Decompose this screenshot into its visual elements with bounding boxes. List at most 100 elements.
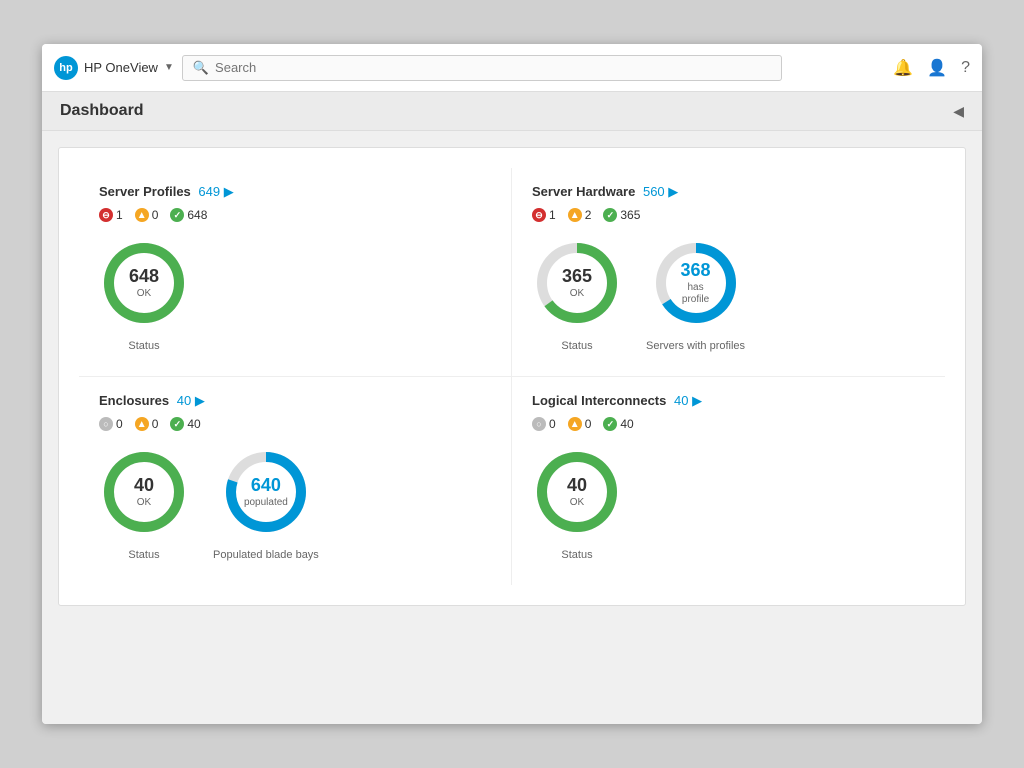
sh-error-icon: ⊖	[532, 208, 546, 222]
donut-sh-sub: OK	[562, 288, 592, 300]
donut-sh-profiles-value: 368	[673, 260, 718, 282]
enc-unknown-icon: ○	[99, 417, 113, 431]
enclosures-count-link[interactable]: 40 ▶	[177, 393, 205, 408]
enclosures-charts: 40 OK Status	[99, 447, 491, 561]
dashboard-panel: Server Profiles 649 ▶ ⊖ 1	[58, 147, 966, 606]
error-icon: ⊖	[99, 208, 113, 222]
donut-li-center: 40 OK	[567, 475, 587, 509]
brand-area[interactable]: hp HP OneView ▼	[54, 56, 174, 80]
li-unknown-icon: ○	[532, 417, 546, 431]
chart-li-status[interactable]: 40 OK Status	[532, 447, 622, 561]
badge-ok: ✓ 648	[170, 208, 207, 222]
enc-warning-icon: ▲	[135, 417, 149, 431]
enc-badge-warning: ▲ 0	[135, 417, 159, 431]
server-hardware-count-link[interactable]: 560 ▶	[643, 184, 678, 199]
hp-logo: hp	[54, 56, 78, 80]
help-icon[interactable]: ?	[961, 59, 970, 77]
donut-li-sub: OK	[567, 497, 587, 509]
donut-sp-sub: OK	[129, 288, 159, 300]
li-badge-ok: ✓ 40	[603, 417, 633, 431]
enc-badge-unknown: ○ 0	[99, 417, 123, 431]
sh-badge-ok: ✓ 365	[603, 208, 640, 222]
server-profiles-title: Server Profiles 649 ▶	[99, 184, 491, 200]
dashboard-content: Server Profiles 649 ▶ ⊖ 1	[42, 131, 982, 724]
server-profiles-charts: 648 OK Status	[99, 238, 491, 352]
server-hardware-charts: 365 OK Status	[532, 238, 925, 352]
enclosures-section: Enclosures 40 ▶ ○ 0	[79, 377, 512, 585]
donut-li-status: 40 OK	[532, 447, 622, 537]
collapse-button[interactable]: ◀	[953, 103, 964, 120]
donut-enc-sub: OK	[134, 497, 154, 509]
server-hardware-badges: ⊖ 1 ▲ 2 ✓ 365	[532, 208, 925, 222]
logical-interconnects-title: Logical Interconnects 40 ▶	[532, 393, 925, 409]
donut-sh-profiles: 368 has profile	[651, 238, 741, 328]
topbar-icons: 🔔 👤 ?	[893, 58, 970, 78]
logical-interconnects-charts: 40 OK Status	[532, 447, 925, 561]
chart-enc-blades-label: Populated blade bays	[213, 549, 319, 561]
donut-enc-center: 40 OK	[134, 475, 154, 509]
notifications-icon[interactable]: 🔔	[893, 58, 913, 78]
ok-icon: ✓	[170, 208, 184, 222]
chart-enc-blades[interactable]: 640 populated Populated blade bays	[213, 447, 319, 561]
main-area: Dashboard ◀ Server Profiles 649 ▶	[42, 92, 982, 724]
donut-sh-profiles-sub: has profile	[673, 282, 718, 306]
li-badge-warning: ▲ 0	[568, 417, 592, 431]
chart-sh-status[interactable]: 365 OK Status	[532, 238, 622, 352]
server-hardware-title: Server Hardware 560 ▶	[532, 184, 925, 200]
chart-sh-profiles[interactable]: 368 has profile Servers with profiles	[646, 238, 745, 352]
donut-enc-status: 40 OK	[99, 447, 189, 537]
topbar: hp HP OneView ▼ 🔍 🔔 👤 ?	[42, 44, 982, 92]
sh-warning-icon: ▲	[568, 208, 582, 222]
donut-sh-center: 365 OK	[562, 266, 592, 300]
user-icon[interactable]: 👤	[927, 58, 947, 78]
sh-ok-icon: ✓	[603, 208, 617, 222]
chart-li-label: Status	[561, 549, 592, 561]
sh-badge-warning: ▲ 2	[568, 208, 592, 222]
warning-icon: ▲	[135, 208, 149, 222]
donut-sh-profiles-center: 368 has profile	[673, 260, 718, 306]
badge-warning: ▲ 0	[135, 208, 159, 222]
enclosures-badges: ○ 0 ▲ 0 ✓ 40	[99, 417, 491, 431]
enclosures-title: Enclosures 40 ▶	[99, 393, 491, 409]
badge-error: ⊖ 1	[99, 208, 123, 222]
logical-interconnects-badges: ○ 0 ▲ 0 ✓ 40	[532, 417, 925, 431]
chart-sh-status-label: Status	[561, 340, 592, 352]
sh-badge-error: ⊖ 1	[532, 208, 556, 222]
page-title: Dashboard	[60, 102, 144, 120]
chart-sp-label: Status	[128, 340, 159, 352]
brand-dropdown-icon[interactable]: ▼	[164, 62, 174, 73]
chart-sp-status[interactable]: 648 OK Status	[99, 238, 189, 352]
page-header: Dashboard ◀	[42, 92, 982, 131]
donut-enc-blades-center: 640 populated	[244, 475, 288, 509]
donut-enc-blades: 640 populated	[221, 447, 311, 537]
search-icon: 🔍	[193, 60, 209, 76]
search-input[interactable]	[215, 60, 771, 75]
donut-enc-value: 40	[134, 475, 154, 497]
logical-interconnects-section: Logical Interconnects 40 ▶ ○ 0	[512, 377, 945, 585]
server-profiles-badges: ⊖ 1 ▲ 0 ✓ 648	[99, 208, 491, 222]
server-profiles-section: Server Profiles 649 ▶ ⊖ 1	[79, 168, 512, 377]
search-box[interactable]: 🔍	[182, 55, 782, 81]
donut-sp-status: 648 OK	[99, 238, 189, 328]
donut-sp-center: 648 OK	[129, 266, 159, 300]
dashboard-grid: Server Profiles 649 ▶ ⊖ 1	[79, 168, 945, 585]
chart-sh-profiles-label: Servers with profiles	[646, 340, 745, 352]
brand-name: HP OneView	[84, 60, 158, 75]
chart-enc-status[interactable]: 40 OK Status	[99, 447, 189, 561]
donut-enc-blades-sub: populated	[244, 497, 288, 509]
donut-li-value: 40	[567, 475, 587, 497]
logical-interconnects-count-link[interactable]: 40 ▶	[674, 393, 702, 408]
app-window: hp HP OneView ▼ 🔍 🔔 👤 ? Dashboard ◀	[42, 44, 982, 724]
enc-badge-ok: ✓ 40	[170, 417, 200, 431]
donut-sh-status: 365 OK	[532, 238, 622, 328]
server-profiles-count-link[interactable]: 649 ▶	[198, 184, 233, 199]
chart-enc-label: Status	[128, 549, 159, 561]
enc-ok-icon: ✓	[170, 417, 184, 431]
li-ok-icon: ✓	[603, 417, 617, 431]
li-warning-icon: ▲	[568, 417, 582, 431]
donut-enc-blades-value: 640	[244, 475, 288, 497]
li-badge-unknown: ○ 0	[532, 417, 556, 431]
server-hardware-section: Server Hardware 560 ▶ ⊖ 1	[512, 168, 945, 377]
donut-sp-value: 648	[129, 266, 159, 288]
donut-sh-value: 365	[562, 266, 592, 288]
